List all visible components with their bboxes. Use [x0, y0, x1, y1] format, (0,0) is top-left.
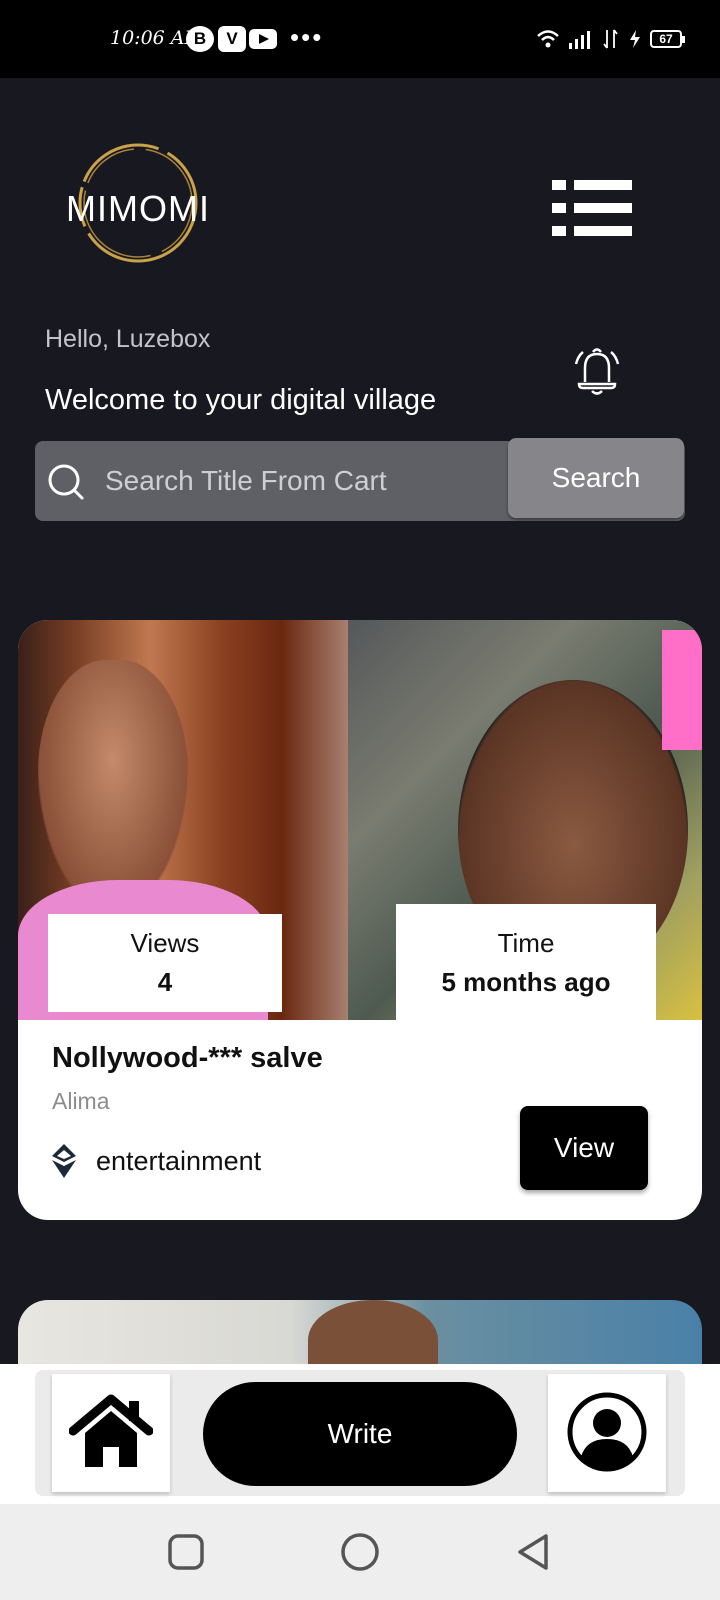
- back-triangle-icon[interactable]: [512, 1530, 556, 1574]
- menu-button[interactable]: [552, 180, 634, 242]
- views-stat: Views 4: [48, 914, 282, 1012]
- user-avatar-icon: [567, 1392, 647, 1471]
- home-circle-icon[interactable]: [338, 1530, 382, 1574]
- app-logo: MIMOMI: [58, 138, 218, 268]
- status-bar: 10:06 AM B V ••• 67: [0, 0, 720, 78]
- system-nav-bar: [0, 1504, 720, 1600]
- battery-icon: 67: [650, 30, 685, 48]
- recents-square-icon[interactable]: [164, 1530, 208, 1574]
- post-card[interactable]: Views 4 Time 5 months ago Nollywood-*** …: [18, 620, 702, 1220]
- status-badge-b: B: [186, 26, 214, 52]
- search-icon: [48, 464, 84, 500]
- welcome-text: Welcome to your digital village: [45, 384, 437, 416]
- status-more: •••: [290, 22, 324, 52]
- status-badge-v: V: [218, 26, 246, 52]
- bottom-nav: Write: [0, 1364, 720, 1504]
- charging-icon: [630, 30, 640, 48]
- status-indicators: 67: [536, 28, 685, 50]
- time-label: Time: [497, 928, 555, 958]
- signal-icon: [569, 31, 590, 49]
- time-value: 5 months ago: [441, 967, 611, 997]
- profile-button[interactable]: [548, 1374, 666, 1492]
- logo-text: MIMOMI: [66, 188, 210, 229]
- data-speed-icon: [603, 29, 618, 49]
- search-input[interactable]: [105, 459, 485, 503]
- view-button[interactable]: View: [520, 1106, 648, 1190]
- post-thumbnail[interactable]: Views 4 Time 5 months ago: [18, 620, 702, 1020]
- views-label: Views: [130, 928, 200, 958]
- notification-button[interactable]: [570, 344, 624, 398]
- search-button[interactable]: Search: [508, 438, 684, 518]
- post-category: entertainment: [52, 1144, 261, 1178]
- category-label: entertainment: [96, 1145, 262, 1176]
- bell-ringing-icon: [574, 348, 620, 395]
- youtube-icon: [249, 29, 277, 49]
- home-button[interactable]: [52, 1374, 170, 1492]
- ethereum-icon: [52, 1144, 76, 1178]
- wifi-icon: [537, 30, 559, 48]
- views-count: 4: [157, 967, 173, 997]
- post-title: Nollywood-*** salve: [52, 1042, 323, 1074]
- time-stat: Time 5 months ago: [396, 904, 656, 1020]
- greeting-text: Hello, Luzebox: [45, 325, 211, 353]
- post-author: Alima: [52, 1088, 110, 1114]
- write-button[interactable]: Write: [203, 1382, 517, 1486]
- home-icon: [68, 1394, 154, 1467]
